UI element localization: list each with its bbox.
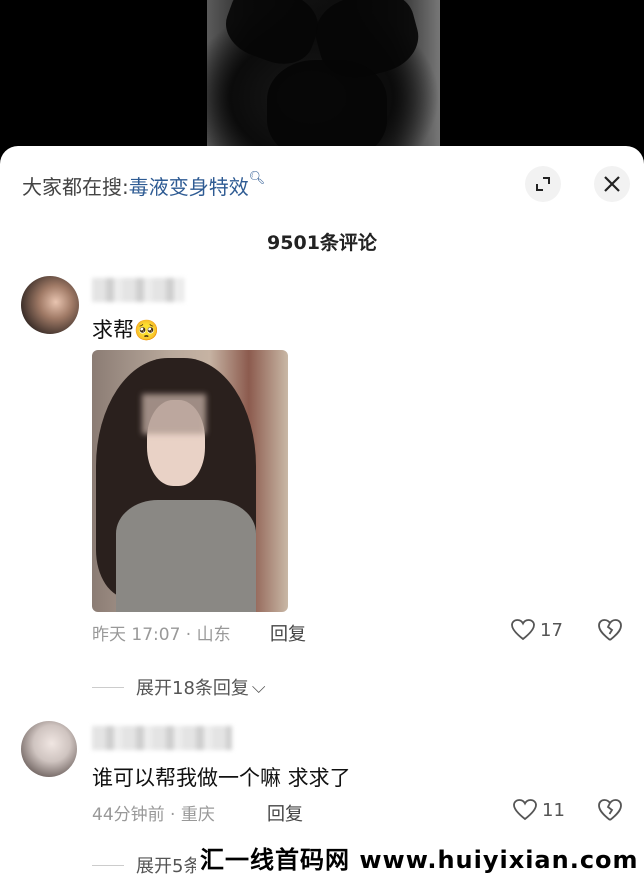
like-button[interactable]: 11 — [512, 798, 565, 822]
like-count: 11 — [542, 799, 565, 821]
comment-meta: 昨天 17:07 · 山东 — [92, 625, 231, 645]
reply-button[interactable]: 回复 — [267, 800, 303, 826]
username[interactable] — [92, 726, 232, 750]
trending-search[interactable]: 大家都在搜:毒液变身特效🔍︎ — [22, 171, 265, 200]
pleading-face-icon: 🥺 — [134, 318, 159, 342]
expand-icon — [536, 177, 550, 191]
trending-search-term[interactable]: 毒液变身特效 — [129, 175, 249, 199]
watermark: 汇一线首码网 www.huiyixian.com — [196, 840, 643, 875]
comment-count: 9501条评论 — [267, 232, 377, 254]
broken-heart-icon — [598, 799, 622, 821]
video-player[interactable] — [0, 0, 644, 160]
like-button[interactable]: 17 — [510, 618, 563, 642]
chevron-down-icon: ⌵ — [251, 676, 266, 698]
close-button[interactable] — [594, 166, 630, 202]
avatar[interactable] — [21, 721, 77, 777]
comment-image[interactable] — [92, 350, 288, 612]
broken-heart-icon — [598, 619, 622, 641]
heart-icon — [511, 619, 535, 641]
dislike-button[interactable] — [596, 617, 624, 645]
comment-text: 谁可以帮我做一个嘛 求求了 — [92, 766, 351, 790]
trending-search-prefix: 大家都在搜: — [22, 175, 129, 199]
reply-button[interactable]: 回复 — [270, 620, 306, 646]
search-icon: 🔍︎ — [248, 171, 266, 186]
dislike-button[interactable] — [596, 797, 624, 825]
close-icon — [604, 176, 620, 192]
comment-text: 求帮🥺 — [92, 318, 159, 342]
comment-meta: 44分钟前 · 重庆 — [92, 805, 215, 825]
like-count: 17 — [540, 619, 563, 641]
video-frame — [207, 0, 440, 150]
expand-replies[interactable]: 展开18条回复 ⌵ — [92, 674, 266, 700]
comments-sheet: 大家都在搜:毒液变身特效🔍︎ 9501条评论 求帮🥺 昨天 17:07 · 山东… — [0, 146, 644, 879]
expand-button[interactable] — [525, 166, 561, 202]
avatar[interactable] — [21, 276, 79, 334]
username[interactable] — [92, 278, 184, 302]
heart-icon — [513, 799, 537, 821]
